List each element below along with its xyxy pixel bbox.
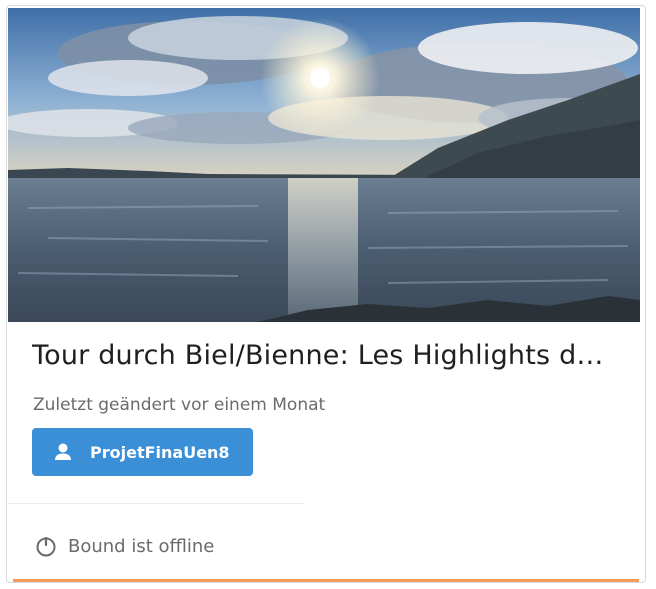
- divider: [8, 503, 303, 504]
- offline-status: Bound ist offline: [34, 534, 214, 558]
- tour-cover-image[interactable]: [8, 8, 640, 322]
- card-accent-bar: [13, 579, 639, 582]
- tour-title[interactable]: Tour durch Biel/Bienne: Les Highlights d…: [32, 340, 622, 371]
- user-icon: [52, 441, 74, 463]
- owner-user-button[interactable]: ProjetFinaUen8: [32, 428, 253, 476]
- owner-username: ProjetFinaUen8: [90, 442, 230, 462]
- power-icon: [34, 534, 58, 558]
- status-text: Bound ist offline: [68, 535, 215, 557]
- last-modified-text: Zuletzt geändert vor einem Monat: [33, 395, 326, 415]
